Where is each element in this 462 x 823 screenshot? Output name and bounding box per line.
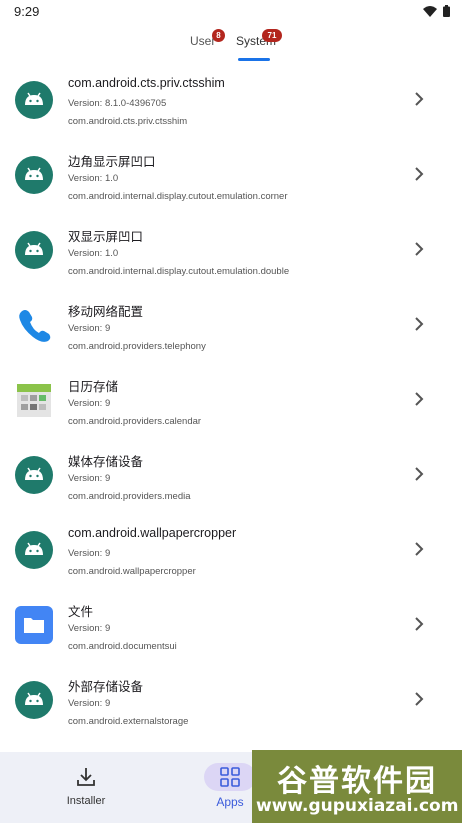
chevron-right-icon [415,617,424,631]
chevron-right-icon [415,467,424,481]
folder-icon [15,606,53,644]
chevron-right-icon [415,92,424,106]
chevron-right-icon [415,542,424,556]
grid-icon [220,767,240,787]
status-bar: 9:29 [0,0,462,24]
app-package: com.android.providers.telephony [68,341,206,352]
app-version: Version: 9 [68,623,111,634]
app-version: Version: 1.0 [68,173,119,184]
app-package: com.android.wallpapercropper [68,566,196,577]
nav-installer-icon-wrap [60,763,112,791]
app-version: Version: 1.0 [68,248,119,259]
chevron-right-icon [415,692,424,706]
app-package: com.android.internal.display.cutout.emul… [68,266,290,277]
app-name: com.android.wallpapercropper [68,526,237,540]
app-version: Version: 9 [68,698,111,709]
app-name: 移动网络配置 [68,305,144,319]
status-icons [423,5,450,17]
download-icon [77,768,95,786]
android-icon [15,156,53,194]
app-version: Version: 9 [68,548,111,559]
app-name: 文件 [68,605,94,619]
app-package: com.android.providers.media [68,491,191,502]
android-icon [15,456,53,494]
list-item[interactable]: 移动网络配置 Version: 9 com.android.providers.… [0,293,462,368]
app-name: 媒体存储设备 [68,455,144,469]
list-item[interactable]: 边角显示屏凹口 Version: 1.0 com.android.interna… [0,143,462,218]
app-name: 外部存储设备 [68,680,144,694]
list-item[interactable]: 外部存储设备 Version: 9 com.android.externalst… [0,668,462,743]
list-item[interactable]: 日历存储 Version: 9 com.android.providers.ca… [0,368,462,443]
app-package: com.android.externalstorage [68,716,189,727]
chevron-right-icon [415,167,424,181]
app-version: Version: 8.1.0-4396705 [68,98,167,109]
system-count-badge: 71 [262,29,282,42]
tab-bar: User 8 System 71 [0,28,462,64]
calendar-icon [15,381,53,419]
app-package: com.android.internal.display.cutout.emul… [68,191,288,202]
app-name: 日历存储 [68,380,119,394]
battery-icon [443,5,450,17]
android-icon [15,531,53,569]
watermark-title: 谷普软件园 [277,764,437,799]
app-name: 边角显示屏凹口 [68,155,156,169]
status-time: 9:29 [14,4,40,19]
watermark-logo: 谷普软件园 www.gupuxiazai.com [252,750,462,823]
app-version: Version: 9 [68,473,111,484]
app-package: com.android.providers.calendar [68,416,202,427]
chevron-right-icon [415,317,424,331]
android-icon [15,81,53,119]
chevron-right-icon [415,392,424,406]
watermark-url: www.gupuxiazai.com [256,796,459,816]
app-name: com.android.cts.priv.ctsshim [68,76,225,90]
chevron-right-icon [415,242,424,256]
app-name: 双显示屏凹口 [68,230,144,244]
user-count-badge: 8 [212,29,225,42]
active-tab-indicator [238,58,270,61]
android-icon [15,231,53,269]
app-version: Version: 9 [68,398,111,409]
app-version: Version: 9 [68,323,111,334]
list-item[interactable]: 媒体存储设备 Version: 9 com.android.providers.… [0,443,462,518]
list-item[interactable]: 文件 Version: 9 com.android.documentsui [0,593,462,668]
nav-installer[interactable]: Installer [36,752,136,823]
nav-installer-label: Installer [66,795,106,807]
phone-icon [15,306,53,344]
app-package: com.android.documentsui [68,641,177,652]
list-item[interactable]: 双显示屏凹口 Version: 1.0 com.android.internal… [0,218,462,293]
list-item[interactable]: com.android.wallpapercropper Version: 9 … [0,518,462,593]
list-item[interactable]: com.android.cts.priv.ctsshim Version: 8.… [0,68,462,143]
app-package: com.android.cts.priv.ctsshim [68,116,188,127]
android-icon [15,681,53,719]
nav-apps-icon-wrap [204,763,256,791]
wifi-icon [423,5,437,17]
